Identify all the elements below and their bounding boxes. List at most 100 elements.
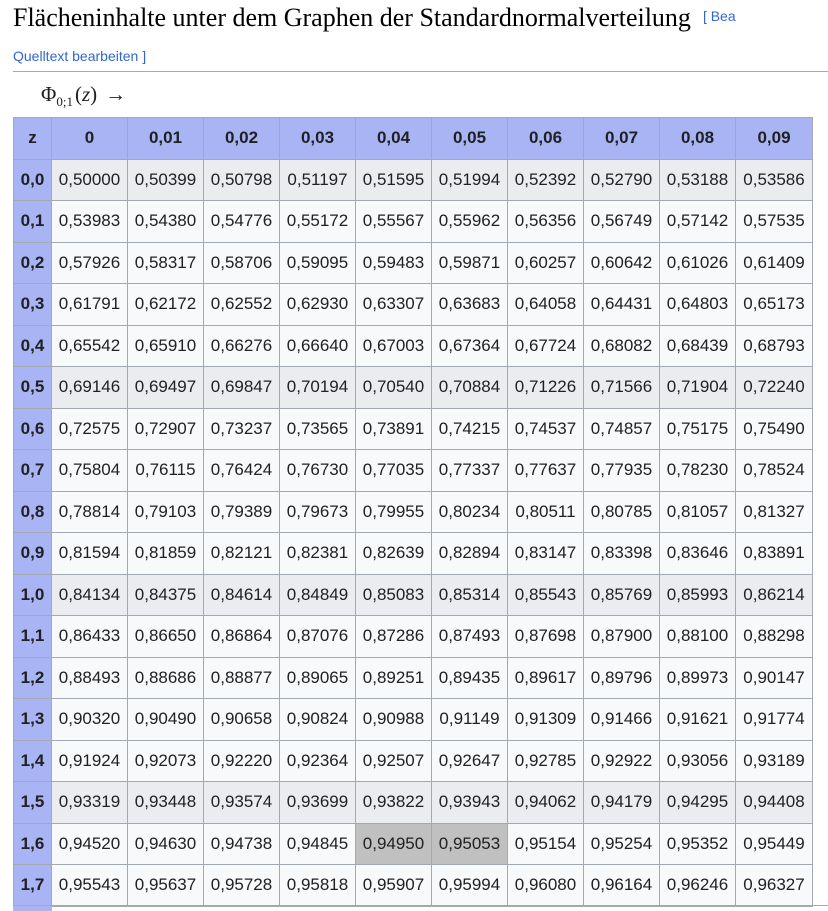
table-cell: 0,91774 xyxy=(735,698,813,741)
table-cell: 0,95449 xyxy=(735,822,813,865)
table-cell: 0,89796 xyxy=(583,656,660,699)
table-cell: 0,52790 xyxy=(583,158,660,201)
table-cell: 0,93699 xyxy=(279,781,356,824)
table-cell: 0,85083 xyxy=(355,573,432,616)
edit-source-link-part2[interactable]: Quelltext bearbeiten xyxy=(13,48,138,64)
table-cell: 0,80234 xyxy=(431,490,508,533)
row-header: 0,0 xyxy=(13,158,52,201)
table-row: 0,5 0,69146 0,69497 0,69847 0,70194 0,70540 0,… xyxy=(13,366,813,409)
table-cell: 0,64803 xyxy=(659,283,736,326)
table-cell: 0,68793 xyxy=(735,324,813,367)
table-cell: 0,92364 xyxy=(279,739,356,782)
table-cell: 0,95907 xyxy=(355,864,432,907)
section-heading: Flächeninhalte unter dem Graphen der Sta… xyxy=(13,0,828,40)
row-header: 0,8 xyxy=(13,490,52,533)
table-row: 1,1 0,86433 0,86650 0,86864 0,87076 0,87286 0,… xyxy=(13,615,813,658)
table-cell: 0,85769 xyxy=(583,573,660,616)
table-cell: 0,93319 xyxy=(51,781,128,824)
table-cell: 0,86650 xyxy=(127,615,204,658)
table-body: 0,0 0,50000 0,50399 0,50798 0,51197 0,51595 0,… xyxy=(13,158,813,907)
table-cell: 0,90147 xyxy=(735,656,813,699)
table-cell: 0,71226 xyxy=(507,366,584,409)
table-cell: 0,79103 xyxy=(127,490,204,533)
table-cell: 0,87900 xyxy=(583,615,660,658)
table-cell: 0,65173 xyxy=(735,283,813,326)
table-cell: 0,57142 xyxy=(659,200,736,243)
cdf-formula: Φ0;1(z) → xyxy=(41,80,126,109)
table-cell: 0,74537 xyxy=(507,407,584,450)
table-cell: 0,93056 xyxy=(659,739,736,782)
table-cell: 0,87076 xyxy=(279,615,356,658)
table-cell: 0,63683 xyxy=(431,283,508,326)
column-header: 0,08 xyxy=(659,117,736,160)
table-cell: 0,94630 xyxy=(127,822,204,865)
table-cell: 0,95728 xyxy=(203,864,280,907)
table-cell: 0,94738 xyxy=(203,822,280,865)
table-cell: 0,83891 xyxy=(735,532,813,575)
table-cell: 0,89617 xyxy=(507,656,584,699)
row-header: 1,3 xyxy=(13,698,52,741)
table-cell: 0,73891 xyxy=(355,407,432,450)
phi-subscript: 0;1 xyxy=(56,94,73,109)
edit-source-line: Quelltext bearbeiten ] xyxy=(13,46,146,66)
edit-section-bracket: [ Bea xyxy=(703,8,736,24)
highlighted-cell: 0,95053 xyxy=(431,822,508,865)
row-header-partial xyxy=(13,906,52,911)
phi-symbol: Φ xyxy=(41,82,57,106)
table-cell: 0,59483 xyxy=(355,241,432,284)
table-cell: 0,71566 xyxy=(583,366,660,409)
edit-source-link-part1[interactable]: Bea xyxy=(711,8,736,24)
table-cell: 0,62172 xyxy=(127,283,204,326)
table-cell: 0,95154 xyxy=(507,822,584,865)
table-row: 1,7 0,95543 0,95637 0,95728 0,95818 0,95907 0,… xyxy=(13,864,813,907)
table-header-row: z 0 0,01 0,02 0,03 0,04 0,05 0,06 0,07 0,08 0,09 xyxy=(13,117,813,160)
table-row: 0,1 0,53983 0,54380 0,54776 0,55172 0,55567 0,… xyxy=(13,200,813,243)
column-header: 0 xyxy=(51,117,128,160)
table-cell: 0,77935 xyxy=(583,449,660,492)
table-cell: 0,72575 xyxy=(51,407,128,450)
table-cell: 0,81594 xyxy=(51,532,128,575)
table-cell: 0,56356 xyxy=(507,200,584,243)
table-cell: 0,74857 xyxy=(583,407,660,450)
table-cell: 0,91309 xyxy=(507,698,584,741)
table-cell: 0,84614 xyxy=(203,573,280,616)
table-cell: 0,67003 xyxy=(355,324,432,367)
table-cell: 0,64431 xyxy=(583,283,660,326)
table-cell: 0,87493 xyxy=(431,615,508,658)
table-cell: 0,60257 xyxy=(507,241,584,284)
table-cell: 0,96080 xyxy=(507,864,584,907)
table-cell: 0,51994 xyxy=(431,158,508,201)
table-cell: 0,77035 xyxy=(355,449,432,492)
table-cell: 0,62552 xyxy=(203,283,280,326)
table-cell: 0,83646 xyxy=(659,532,736,575)
table-cell: 0,53188 xyxy=(659,158,736,201)
table-cell: 0,95994 xyxy=(431,864,508,907)
table-cell: 0,94179 xyxy=(583,781,660,824)
corner-header: z xyxy=(13,117,52,160)
table-cell: 0,95254 xyxy=(583,822,660,865)
table-cell: 0,95637 xyxy=(127,864,204,907)
table-cell: 0,91149 xyxy=(431,698,508,741)
table-cell: 0,90320 xyxy=(51,698,128,741)
table-cell: 0,88493 xyxy=(51,656,128,699)
table-row-partial xyxy=(13,905,828,911)
table-cell: 0,92647 xyxy=(431,739,508,782)
table-cell: 0,78230 xyxy=(659,449,736,492)
table-row: 0,7 0,75804 0,76115 0,76424 0,76730 0,77035 0,… xyxy=(13,449,813,492)
table-row: 1,5 0,93319 0,93448 0,93574 0,93699 0,93822 0,… xyxy=(13,781,813,824)
table-cell: 0,90988 xyxy=(355,698,432,741)
table-cell: 0,81057 xyxy=(659,490,736,533)
table-cell: 0,52392 xyxy=(507,158,584,201)
table-cell: 0,86864 xyxy=(203,615,280,658)
table-cell: 0,54380 xyxy=(127,200,204,243)
row-header: 0,6 xyxy=(13,407,52,450)
row-header: 1,5 xyxy=(13,781,52,824)
table-row: 0,3 0,61791 0,62172 0,62552 0,62930 0,63307 0,… xyxy=(13,283,813,326)
table-cell: 0,86214 xyxy=(735,573,813,616)
table-cell: 0,65910 xyxy=(127,324,204,367)
table-cell: 0,57535 xyxy=(735,200,813,243)
table-cell: 0,73237 xyxy=(203,407,280,450)
row-header: 0,5 xyxy=(13,366,52,409)
row-header: 1,4 xyxy=(13,739,52,782)
table-cell: 0,79389 xyxy=(203,490,280,533)
